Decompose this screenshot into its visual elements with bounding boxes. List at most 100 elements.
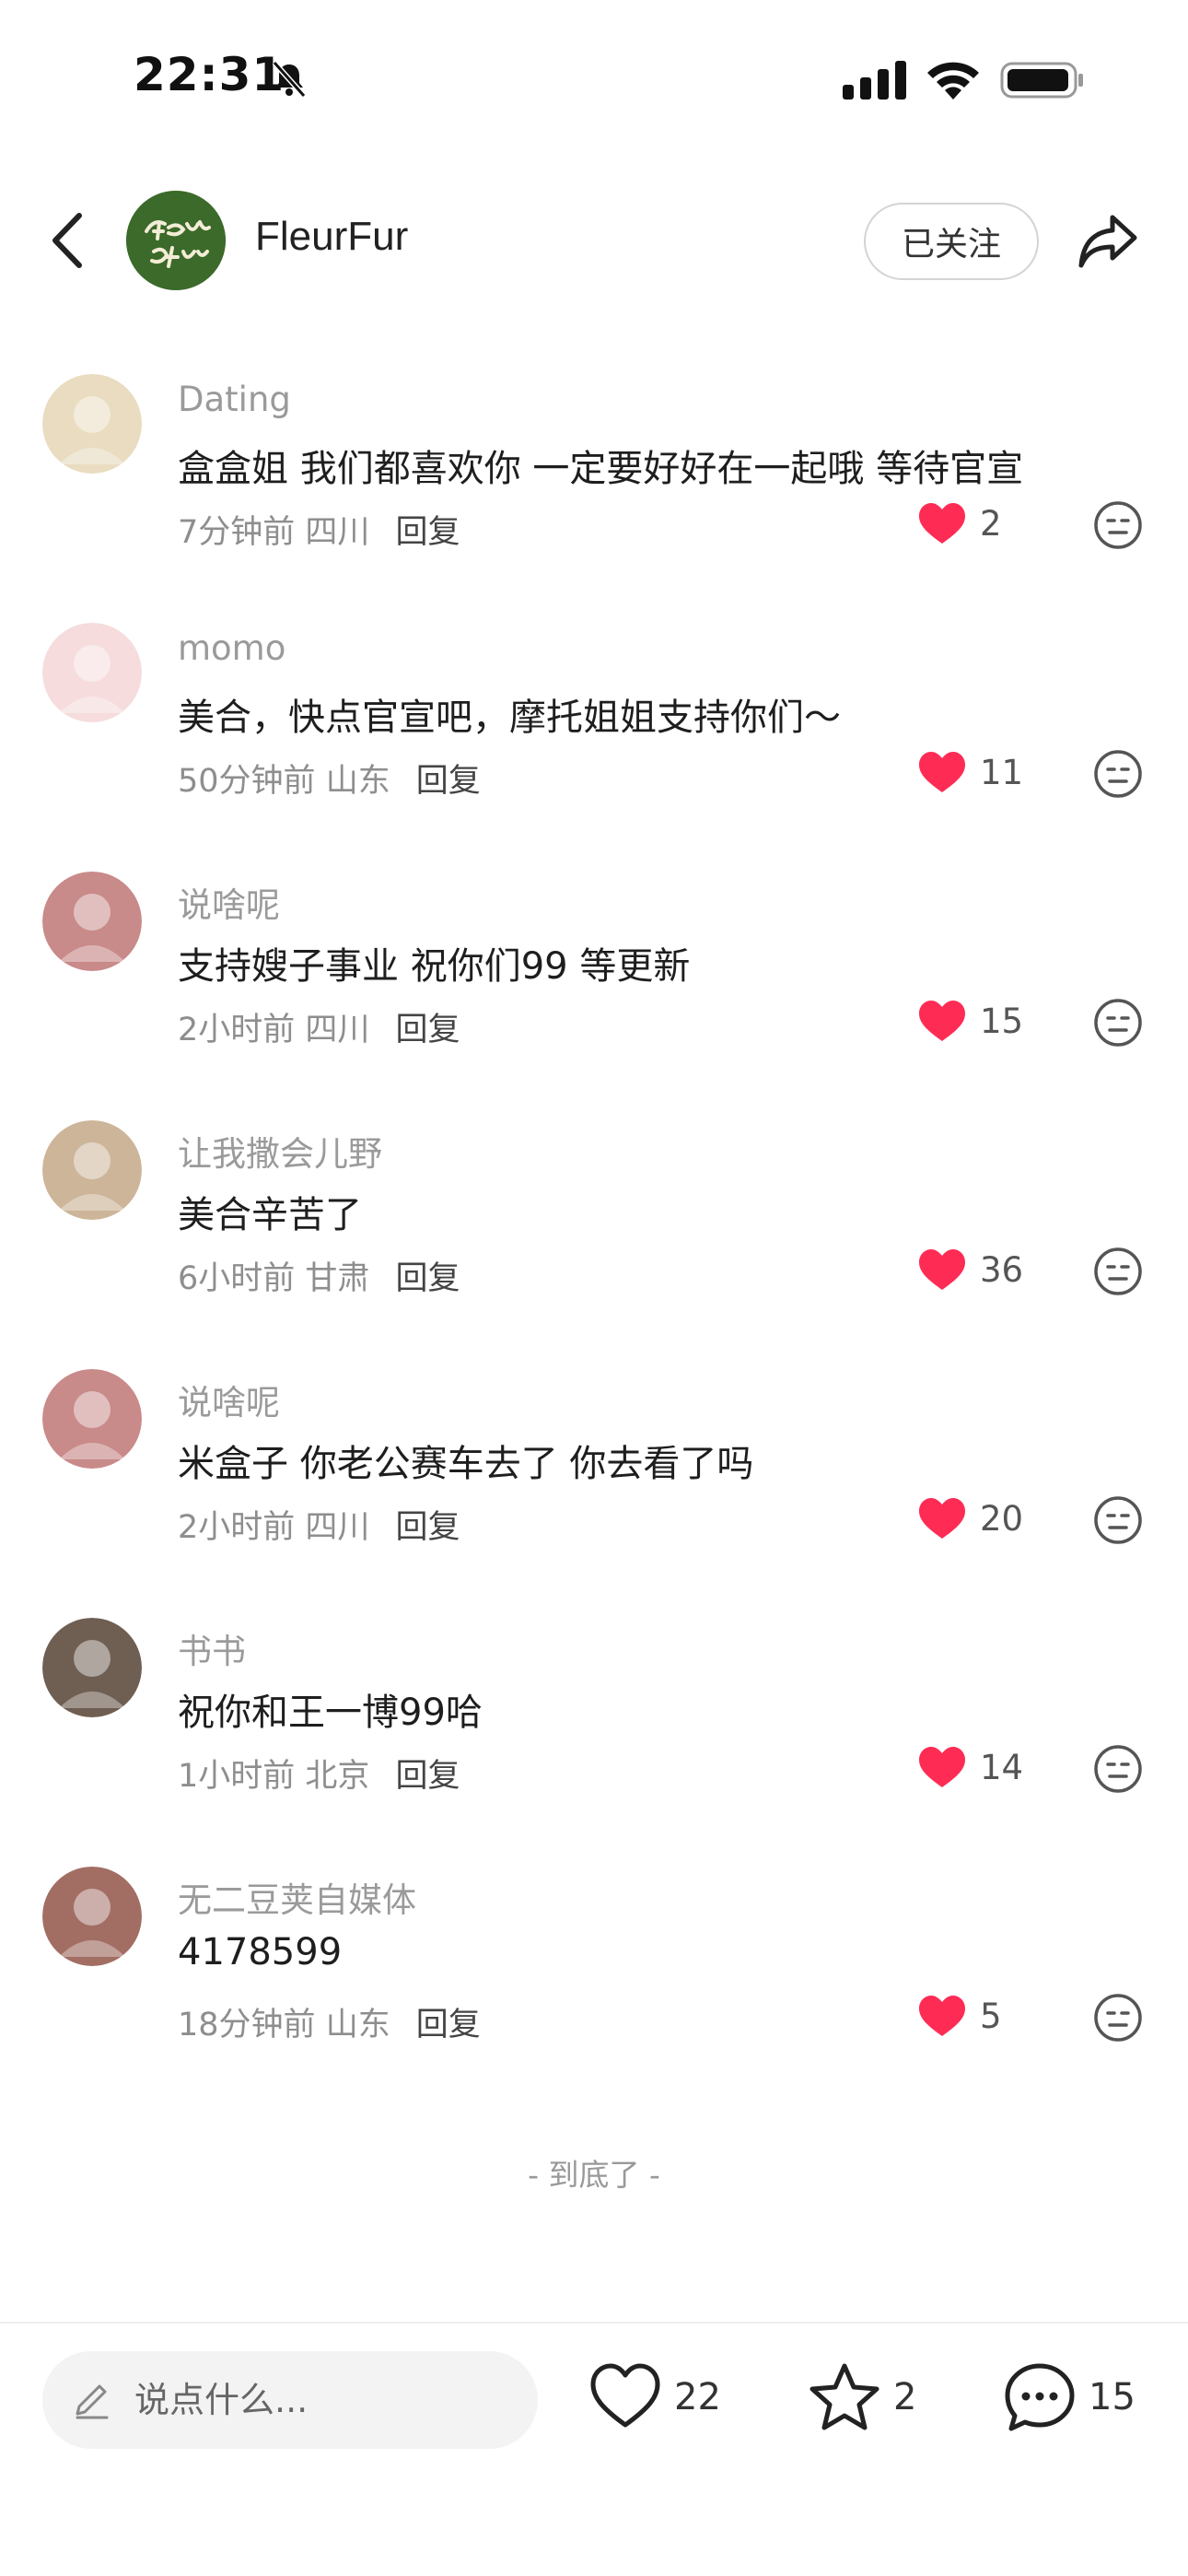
commenter-avatar[interactable] (42, 1369, 142, 1469)
comment-location: 山东 (325, 763, 390, 800)
commenter-avatar[interactable] (42, 374, 142, 474)
comment-meta: 1小时前 北京 回复 (178, 1750, 460, 1797)
comment-list: Dating 盒盒姐 我们都喜欢你 一定要好好在一起哦 等待官宣 7分钟前 四川 回复… (0, 361, 1188, 2102)
comment-text: 4178599 (178, 1931, 343, 1973)
heart-filled-icon (919, 1249, 965, 1290)
post-comment-count: 15 (1089, 2376, 1136, 2418)
favorite-post-button[interactable]: 2 (809, 2362, 916, 2432)
comment-item: Dating 盒盒姐 我们都喜欢你 一定要好好在一起哦 等待官宣 7分钟前 四川 回复… (0, 361, 1188, 610)
post-favorite-count: 2 (893, 2376, 917, 2418)
reply-button[interactable]: 回复 (395, 1012, 460, 1048)
comment-meta: 18分钟前 山东 回复 (178, 1998, 481, 2045)
comment-item: 无二豆荚自媒体 4178599 18分钟前 山东 回复 5 (0, 1854, 1188, 2102)
commenter-avatar[interactable] (42, 1618, 142, 1717)
status-time: 22:31 (134, 48, 285, 101)
reply-button[interactable]: 回复 (395, 1758, 460, 1795)
pencil-icon (76, 2384, 109, 2419)
wifi-icon (927, 62, 979, 100)
dislike-face-icon[interactable] (1092, 1992, 1144, 2043)
commenter-name[interactable]: 让我撒会儿野 (178, 1126, 382, 1176)
comment-meta: 6小时前 甘肃 回复 (178, 1252, 460, 1299)
comment-like-count: 36 (980, 1249, 1024, 1290)
comment-text: 盒盒姐 我们都喜欢你 一定要好好在一起哦 等待官宣 (178, 448, 1024, 490)
comment-like-count: 15 (980, 1001, 1024, 1041)
share-icon[interactable] (1076, 210, 1140, 271)
heart-filled-icon (919, 1001, 965, 1041)
comment-item: 说啥呢 米盒子 你老公赛车去了 你去看了吗 2小时前 四川 回复 20 (0, 1356, 1188, 1605)
battery-icon (1000, 62, 1083, 99)
like-post-button[interactable]: 22 (589, 2362, 721, 2432)
comment-like-button[interactable]: 20 (917, 1496, 1024, 1540)
comment-time: 6小时前 (178, 1260, 296, 1297)
comment-meta: 50分钟前 山东 回复 (178, 755, 481, 802)
comment-location: 甘肃 (305, 1260, 370, 1297)
account-avatar[interactable] (126, 191, 226, 290)
account-name[interactable]: FleurFur (255, 214, 408, 260)
commenter-name[interactable]: 书书 (178, 1623, 246, 1673)
comment-like-button[interactable]: 5 (917, 1994, 1024, 2038)
comment-input[interactable] (134, 2380, 521, 2420)
comment-text: 美合辛苦了 (178, 1194, 362, 1236)
reply-button[interactable]: 回复 (416, 763, 481, 800)
heart-filled-icon (919, 1747, 965, 1787)
avatar-image-icon (42, 623, 142, 722)
commenter-name[interactable]: Dating (178, 380, 291, 419)
comment-input-box[interactable] (42, 2351, 538, 2449)
post-header: FleurFur 已关注 (0, 175, 1188, 304)
commenter-name[interactable]: 无二豆荚自媒体 (178, 1872, 416, 1922)
comment-like-count: 11 (980, 752, 1024, 792)
comment-time: 50分钟前 (178, 763, 316, 800)
following-button[interactable]: 已关注 (864, 203, 1039, 280)
comment-location: 四川 (305, 1509, 370, 1546)
reply-button[interactable]: 回复 (416, 2007, 481, 2043)
avatar-image-icon (42, 1120, 142, 1220)
comment-like-button[interactable]: 11 (917, 750, 1024, 794)
comment-meta: 7分钟前 四川 回复 (178, 506, 460, 553)
end-of-list-label: - 到底了 - (528, 2157, 660, 2193)
avatar-image-icon (42, 374, 142, 474)
comment-like-button[interactable]: 2 (917, 501, 1024, 545)
dislike-face-icon[interactable] (1092, 748, 1144, 800)
comment-like-count: 20 (980, 1498, 1024, 1539)
comment-like-count: 2 (980, 503, 1002, 544)
commenter-name[interactable]: 说啥呢 (178, 877, 280, 927)
comment-text: 支持嫂子事业 祝你们99 等更新 (178, 945, 691, 988)
comment-location: 四川 (305, 1012, 370, 1048)
reply-button[interactable]: 回复 (395, 514, 460, 551)
comment-post-button[interactable]: 15 (1004, 2362, 1136, 2432)
comment-location: 四川 (305, 514, 370, 551)
comment-time: 1小时前 (178, 1758, 296, 1795)
comment-like-button[interactable]: 14 (917, 1745, 1024, 1789)
dislike-face-icon[interactable] (1092, 1246, 1144, 1297)
comment-bubble-icon (1005, 2363, 1075, 2431)
dislike-face-icon[interactable] (1092, 1494, 1144, 1546)
commenter-avatar[interactable] (42, 623, 142, 722)
commenter-avatar[interactable] (42, 872, 142, 971)
comment-time: 7分钟前 (178, 514, 296, 551)
star-outline-icon (809, 2363, 879, 2430)
back-arrow-icon[interactable] (44, 210, 90, 271)
commenter-avatar[interactable] (42, 1867, 142, 1966)
comment-text: 米盒子 你老公赛车去了 你去看了吗 (178, 1443, 754, 1485)
comment-like-button[interactable]: 15 (917, 999, 1024, 1043)
comment-location: 山东 (325, 2007, 390, 2043)
avatar-image-icon (42, 1867, 142, 1966)
dislike-face-icon[interactable] (1092, 1743, 1144, 1795)
comment-text: 祝你和王一博99哈 (178, 1692, 483, 1734)
comment-item: 说啥呢支持嫂子事业 祝你们99 等更新 2小时前 四川 回复 15 (0, 859, 1188, 1107)
reply-button[interactable]: 回复 (395, 1509, 460, 1546)
commenter-avatar[interactable] (42, 1120, 142, 1220)
dislike-face-icon[interactable] (1092, 499, 1144, 551)
dislike-face-icon[interactable] (1092, 997, 1144, 1048)
cellular-signal-icon (843, 61, 906, 100)
comment-like-button[interactable]: 36 (917, 1247, 1024, 1292)
heart-filled-icon (919, 752, 965, 792)
heart-filled-icon (919, 503, 965, 544)
reply-button[interactable]: 回复 (395, 1260, 460, 1297)
comment-location: 北京 (305, 1758, 370, 1795)
commenter-name[interactable]: momo (178, 628, 285, 668)
comment-time: 2小时前 (178, 1012, 296, 1048)
commenter-name[interactable]: 说啥呢 (178, 1375, 280, 1424)
comment-item: 书书祝你和王一博99哈 1小时前 北京 回复 14 (0, 1605, 1188, 1854)
status-bar: 22:31 (0, 0, 1188, 157)
